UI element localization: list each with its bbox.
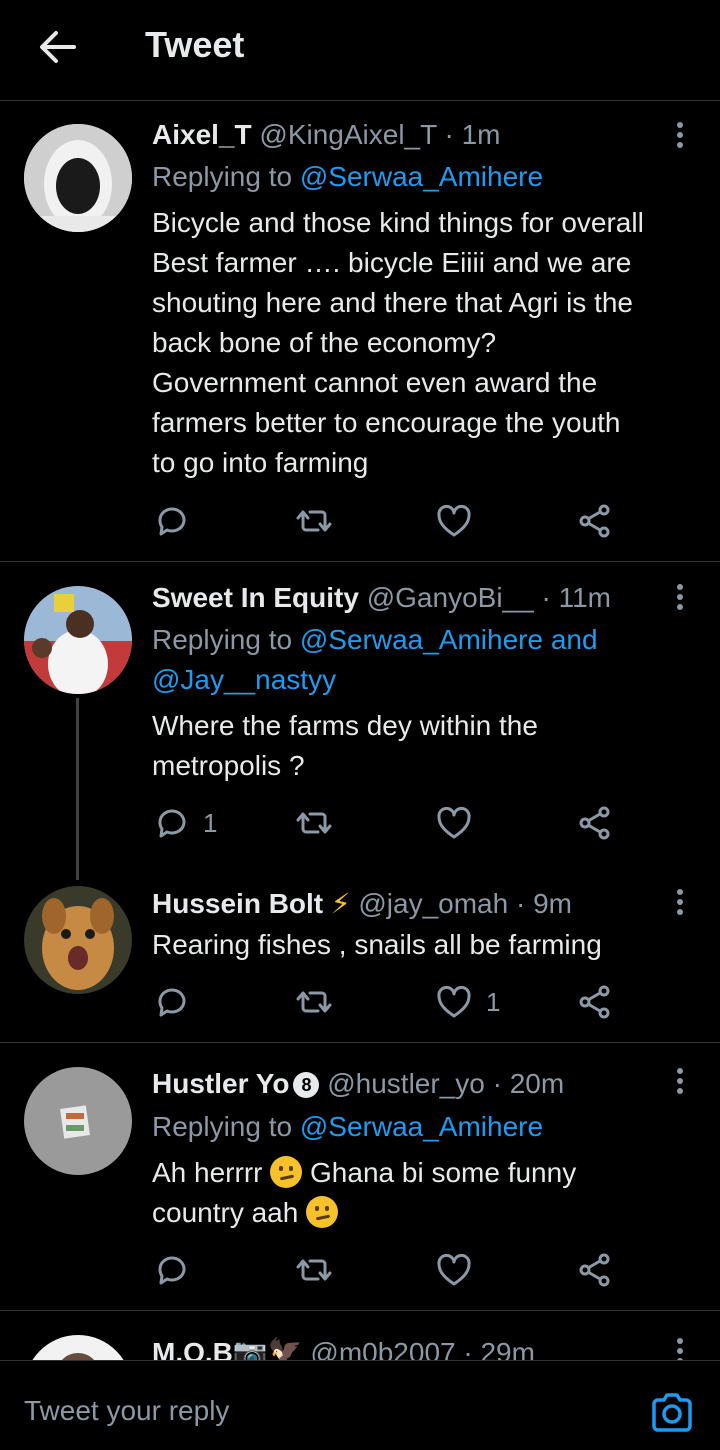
reply-icon[interactable] [152, 501, 192, 541]
tweet-header: M.O.B📷🦅 @m0b2007 · 29m [152, 1333, 535, 1360]
timestamp: · 11m [541, 582, 611, 613]
handle[interactable]: @GanyoBi__ [367, 582, 534, 613]
display-name[interactable]: Aixel_T [152, 119, 252, 150]
display-name[interactable]: M.O.B [152, 1337, 233, 1360]
avatar[interactable] [24, 124, 132, 232]
mention-link[interactable]: @Jay__nastyy [152, 664, 336, 695]
timestamp: · 29m [463, 1337, 535, 1360]
more-options-icon[interactable] [662, 117, 698, 153]
retweet-icon[interactable] [294, 982, 334, 1022]
tweet-header: Hussein Bolt ⚡ @jay_omah · 9m [152, 884, 572, 924]
like-icon[interactable] [434, 501, 474, 541]
replying-to: Replying to @Serwaa_Amihere [152, 1107, 692, 1147]
share-icon[interactable] [575, 1250, 615, 1290]
confused-face-emoji [270, 1156, 303, 1188]
text-line: Where the farms dey within the [152, 710, 538, 741]
more-options-icon[interactable] [662, 579, 698, 615]
more-options-icon[interactable] [662, 1333, 698, 1360]
retweet-icon[interactable] [294, 501, 334, 541]
reply-input[interactable]: Tweet your reply [24, 1395, 229, 1427]
text-segment: Ah herrrr [152, 1157, 263, 1188]
handle[interactable]: @hustler_yo [327, 1068, 485, 1099]
tweet[interactable]: Aixel_T @KingAixel_T · 1m Replying to @S… [0, 101, 720, 562]
replying-to: Replying to @Serwaa_Amihere [152, 157, 692, 197]
handle[interactable]: @jay_omah [358, 888, 508, 919]
replying-to: Replying to @Serwaa_Amihere and @Jay__na… [152, 620, 692, 700]
tweet-header: Sweet In Equity @GanyoBi__ · 11m [152, 578, 611, 618]
tweet[interactable]: Hussein Bolt ⚡ @jay_omah · 9m Rearing fi… [0, 862, 720, 1043]
tweet[interactable]: Hustler Yo 8 @hustler_yo · 20m Replying t… [0, 1043, 720, 1311]
text-segment: country aah [152, 1197, 299, 1228]
timestamp: · 20m [492, 1068, 565, 1099]
avatar[interactable] [24, 586, 132, 694]
text-segment: Ghana bi some funny [310, 1157, 577, 1188]
replying-to-label: Replying to [152, 161, 293, 192]
text-line: farmers better to encourage the youth [152, 407, 621, 438]
share-icon[interactable] [575, 982, 615, 1022]
like-icon[interactable] [434, 803, 474, 843]
tweet-header: Aixel_T @KingAixel_T · 1m [152, 115, 501, 155]
text-line: Government cannot even award the [152, 367, 598, 398]
like-count: 1 [486, 987, 501, 1017]
text-line: Rearing fishes , snails all be farming [152, 929, 602, 960]
mention-link[interactable]: @Serwaa_Amihere and [300, 624, 598, 655]
mention-link[interactable]: @Serwaa_Amihere [300, 1111, 543, 1142]
text-line: metropolis ? [152, 750, 305, 781]
timestamp: · 9m [516, 888, 572, 919]
display-name[interactable]: Hustler Yo [152, 1068, 289, 1099]
tweet-text: Ah herrrr Ghana bi some funny country aa… [152, 1153, 697, 1233]
tweet[interactable]: M.O.B📷🦅 @m0b2007 · 29m [0, 1311, 720, 1360]
avatar[interactable] [24, 886, 132, 994]
reply-count: 1 [203, 808, 218, 838]
reply-icon[interactable] [152, 803, 192, 843]
text-line: Best farmer …. bicycle Eiiii and we are [152, 247, 632, 278]
text-line: country aah [152, 1193, 697, 1233]
tweet-text: Rearing fishes , snails all be farming [152, 925, 697, 965]
confused-face-emoji [306, 1196, 339, 1228]
back-arrow-icon[interactable] [36, 26, 78, 68]
top-app-bar: Tweet [0, 0, 720, 101]
avatar[interactable] [24, 1067, 132, 1175]
text-line: Bicycle and those kind things for overal… [152, 207, 644, 238]
replying-to-label: Replying to [152, 624, 293, 655]
timestamp: · 1m [444, 119, 501, 150]
mention-link[interactable]: @Serwaa_Amihere [300, 161, 543, 192]
reply-composer[interactable]: Tweet your reply [0, 1360, 720, 1450]
tweet-text: Bicycle and those kind things for overal… [152, 203, 697, 483]
share-icon[interactable] [575, 501, 615, 541]
like-icon[interactable] [434, 982, 474, 1022]
like-icon[interactable] [434, 1250, 474, 1290]
retweet-icon[interactable] [294, 803, 334, 843]
reply-icon[interactable] [152, 1250, 192, 1290]
reply-icon[interactable] [152, 982, 192, 1022]
pool-ball-emoji: 8 [293, 1072, 320, 1098]
text-line: back bone of the economy? [152, 327, 497, 358]
camera-icon[interactable] [648, 1388, 696, 1436]
display-name[interactable]: Sweet In Equity [152, 582, 359, 613]
handle[interactable]: @KingAixel_T [259, 119, 436, 150]
lightning-emoji: ⚡ [330, 888, 351, 919]
retweet-icon[interactable] [294, 1250, 334, 1290]
more-options-icon[interactable] [662, 1063, 698, 1099]
text-line: shouting here and there that Agri is the [152, 287, 633, 318]
page-title: Tweet [145, 24, 245, 65]
more-options-icon[interactable] [662, 884, 698, 920]
text-line: to go into farming [152, 447, 369, 478]
handle[interactable]: @m0b2007 [310, 1337, 455, 1360]
tweet[interactable]: Sweet In Equity @GanyoBi__ · 11m Replyin… [0, 562, 720, 862]
replying-to-label: Replying to [152, 1111, 293, 1142]
camera-eagle-emoji: 📷🦅 [232, 1337, 303, 1360]
text-line: Ah herrrr Ghana bi some funny [152, 1153, 697, 1193]
display-name[interactable]: Hussein Bolt [152, 888, 323, 919]
tweet-text: Where the farms dey within the metropoli… [152, 706, 697, 786]
share-icon[interactable] [575, 803, 615, 843]
avatar[interactable] [24, 1335, 132, 1360]
tweet-header: Hustler Yo 8 @hustler_yo · 20m [152, 1064, 564, 1104]
